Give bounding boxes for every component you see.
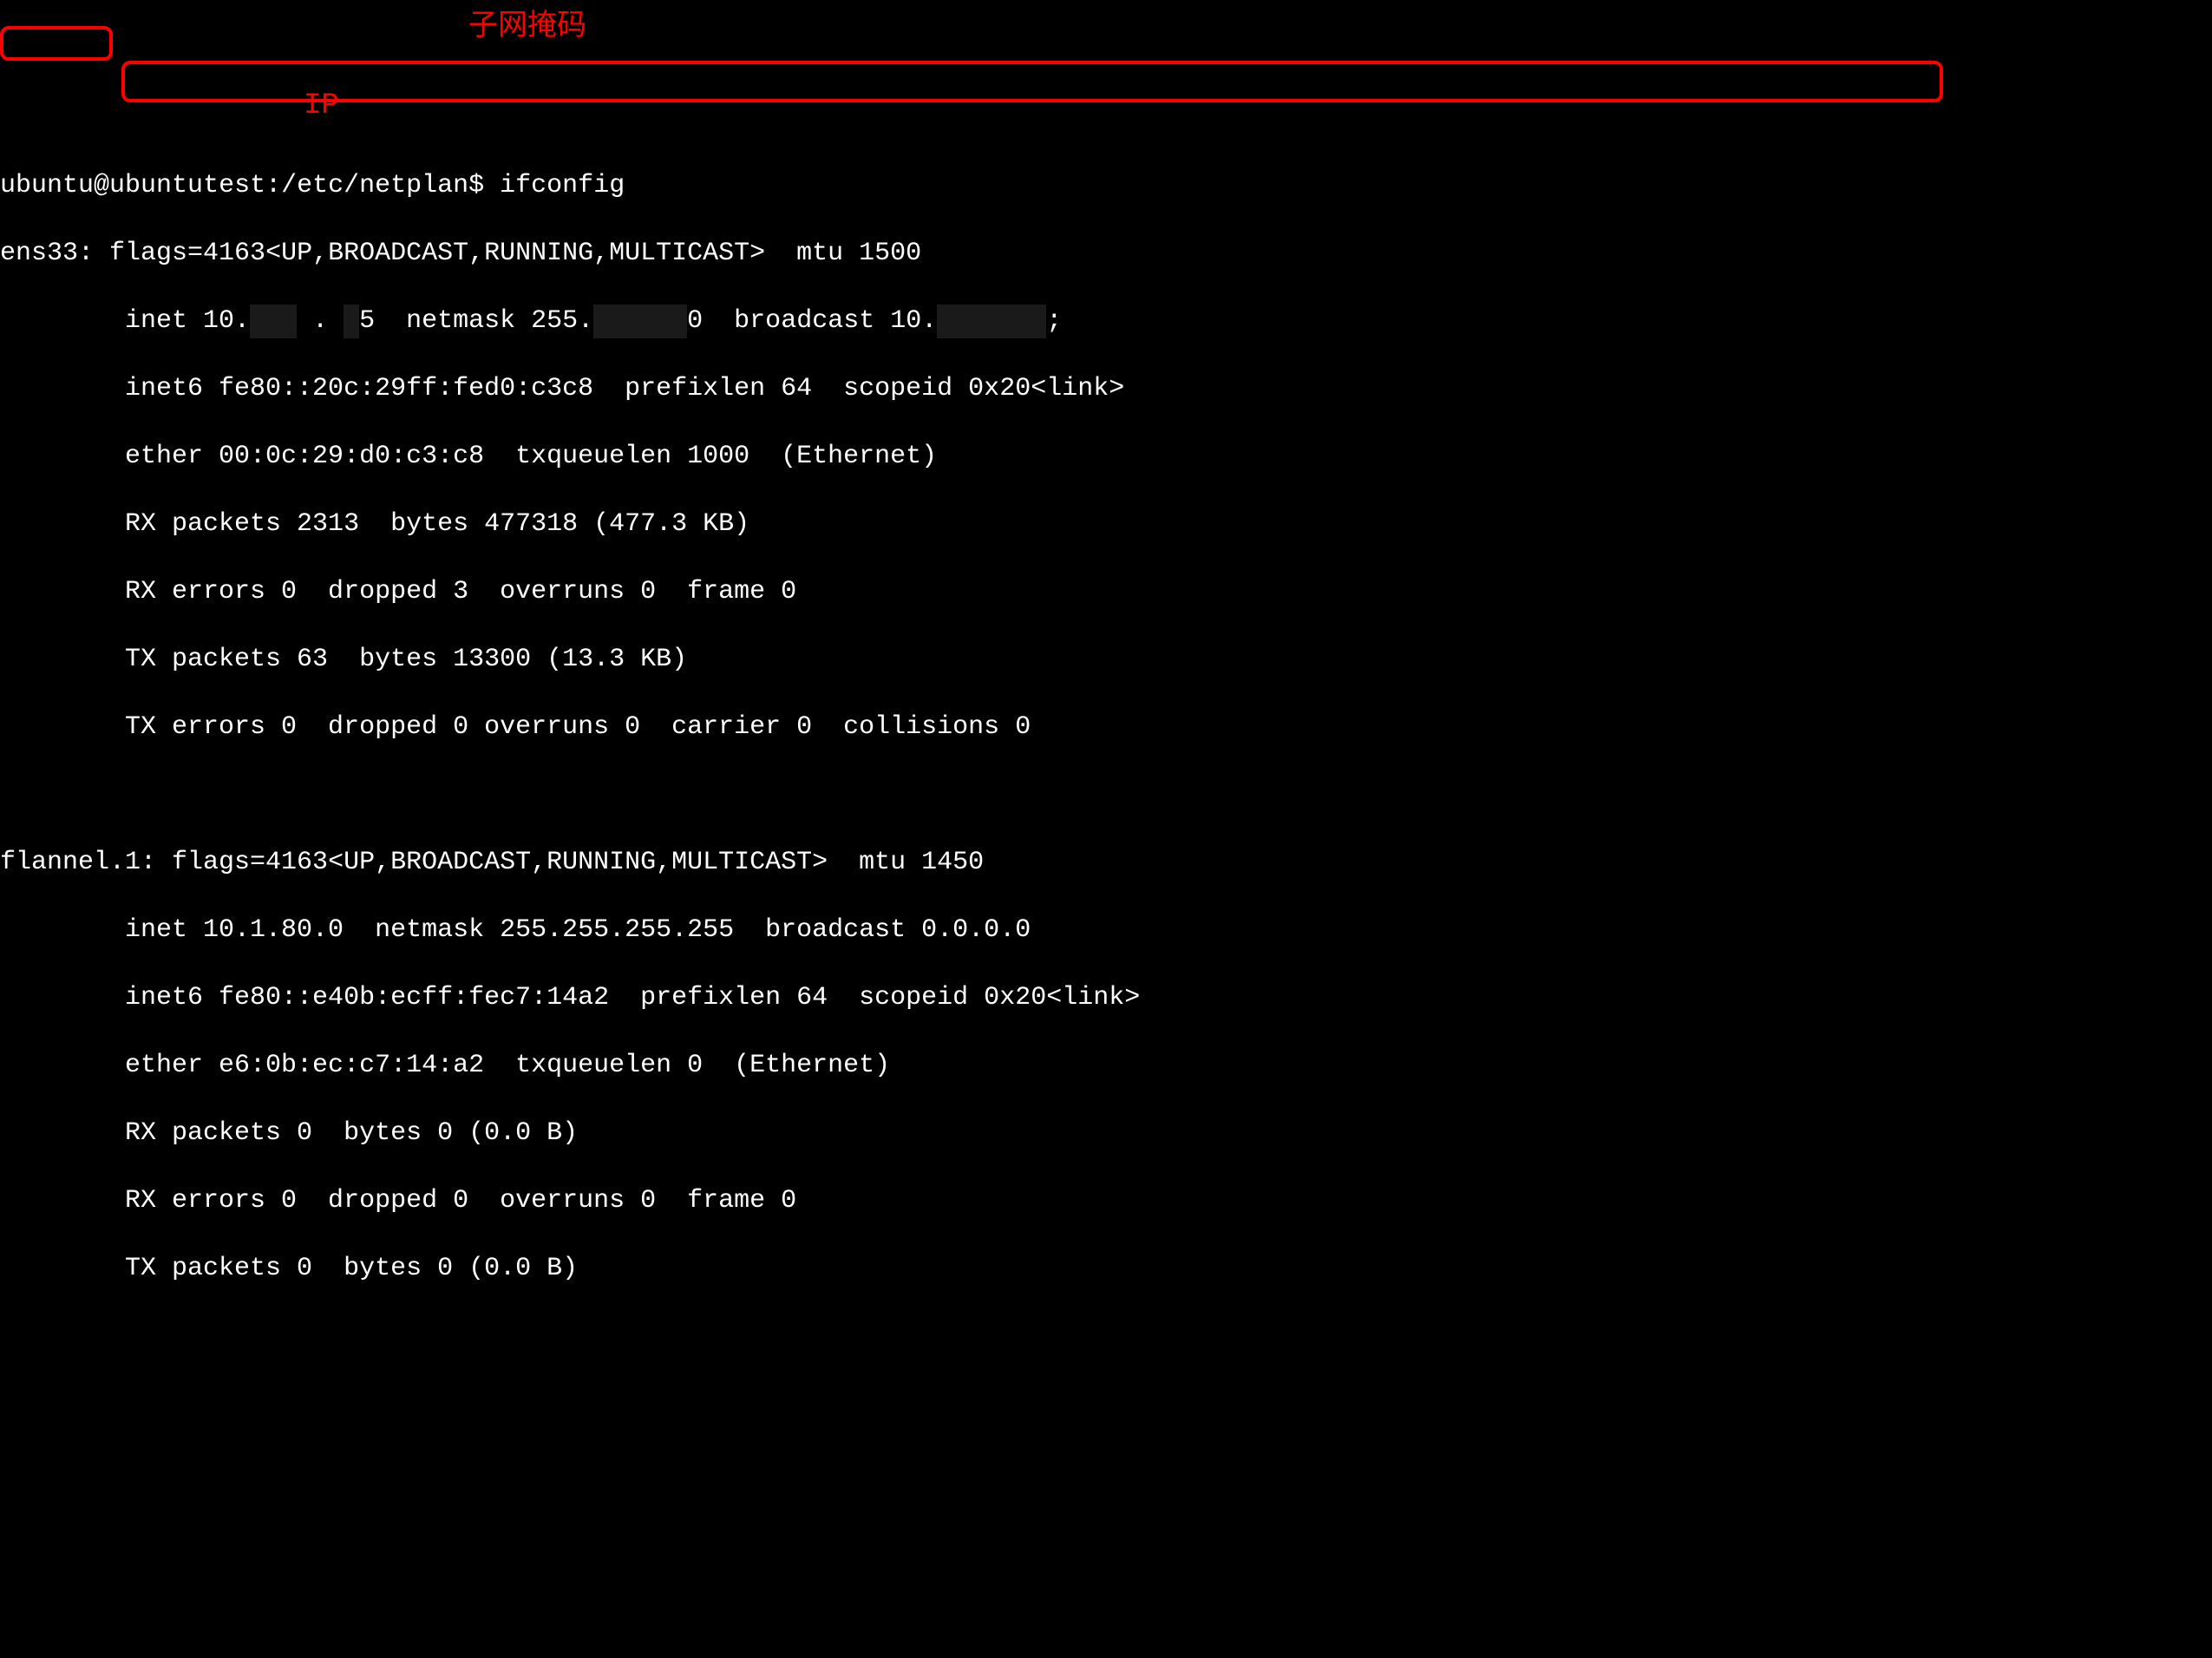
ens33-tx-errors: TX errors 0 dropped 0 overruns 0 carrier… (0, 711, 2212, 744)
netmask-text: 5 netmask 255. (359, 306, 593, 336)
flannel-inet: inet 10.1.80.0 netmask 255.255.255.255 b… (0, 914, 2212, 947)
prompt-line: ubuntu@ubuntutest:/etc/netplan$ ifconfig (0, 169, 2212, 203)
inet-end: ; (1046, 306, 1062, 336)
flannel-rx-packets: RX packets 0 bytes 0 (0.0 B) (0, 1117, 2212, 1150)
ens33-inet6: inet6 fe80::20c:29ff:fed0:c3c8 prefixlen… (0, 372, 2212, 406)
redacted-netmask: █ (593, 305, 687, 338)
flannel-tx-packets: TX packets 0 bytes 0 (0.0 B) (0, 1252, 2212, 1286)
flannel-flags: flags=4163<UP,BROADCAST,RUNNING,MULTICAS… (156, 848, 984, 877)
annotation-box-inet-line (121, 61, 1943, 102)
flannel-header: flannel.1: flags=4163<UP,BROADCAST,RUNNI… (0, 846, 2212, 880)
flannel-ether: ether e6:0b:ec:c7:14:a2 txqueuelen 0 (Et… (0, 1049, 2212, 1083)
annotation-label-ip: IP (304, 87, 339, 125)
interface-name-flannel: flannel.1: (0, 848, 156, 877)
flannel-inet6: inet6 fe80::e40b:ecff:fec7:14a2 prefixle… (0, 981, 2212, 1015)
inet-prefix: inet 10. (0, 306, 250, 336)
redacted-ip-octet: █ (344, 305, 359, 338)
prompt-symbol: $ (468, 171, 484, 200)
ens33-header: ens33: flags=4163<UP,BROADCAST,RUNNING,M… (0, 237, 2212, 271)
annotation-box-interface (0, 26, 113, 61)
prompt-host: ubuntutest (109, 171, 265, 200)
ens33-tx-packets: TX packets 63 bytes 13300 (13.3 KB) (0, 643, 2212, 677)
blank-line (0, 778, 2212, 812)
ens33-inet: inet 10.███ . █5 netmask 255. █0 broadca… (0, 305, 2212, 338)
terminal-output: ubuntu@ubuntutest:/etc/netplan$ ifconfig… (0, 135, 2212, 1320)
annotation-label-netmask: 子网掩码 (468, 9, 586, 47)
flannel-rx-errors: RX errors 0 dropped 0 overruns 0 frame 0 (0, 1184, 2212, 1218)
ens33-flags: flags=4163<UP,BROADCAST,RUNNING,MULTICAS… (94, 239, 921, 268)
ens33-rx-errors: RX errors 0 dropped 3 overruns 0 frame 0 (0, 575, 2212, 609)
prompt-command[interactable]: ifconfig (500, 171, 625, 200)
prompt-user: ubuntu (0, 171, 94, 200)
redacted-ip-octet: ███ (250, 305, 297, 338)
ens33-ether: ether 00:0c:29:d0:c3:c8 txqueuelen 1000 … (0, 440, 2212, 474)
interface-name-ens33: ens33: (0, 239, 94, 268)
ens33-rx-packets: RX packets 2313 bytes 477318 (477.3 KB) (0, 508, 2212, 541)
inet-mid: . (297, 306, 344, 336)
prompt-cwd: /etc/netplan (281, 171, 468, 200)
broadcast-text: 0 broadcast 10. (687, 306, 937, 336)
redacted-broadcast: ███████ (937, 305, 1046, 338)
